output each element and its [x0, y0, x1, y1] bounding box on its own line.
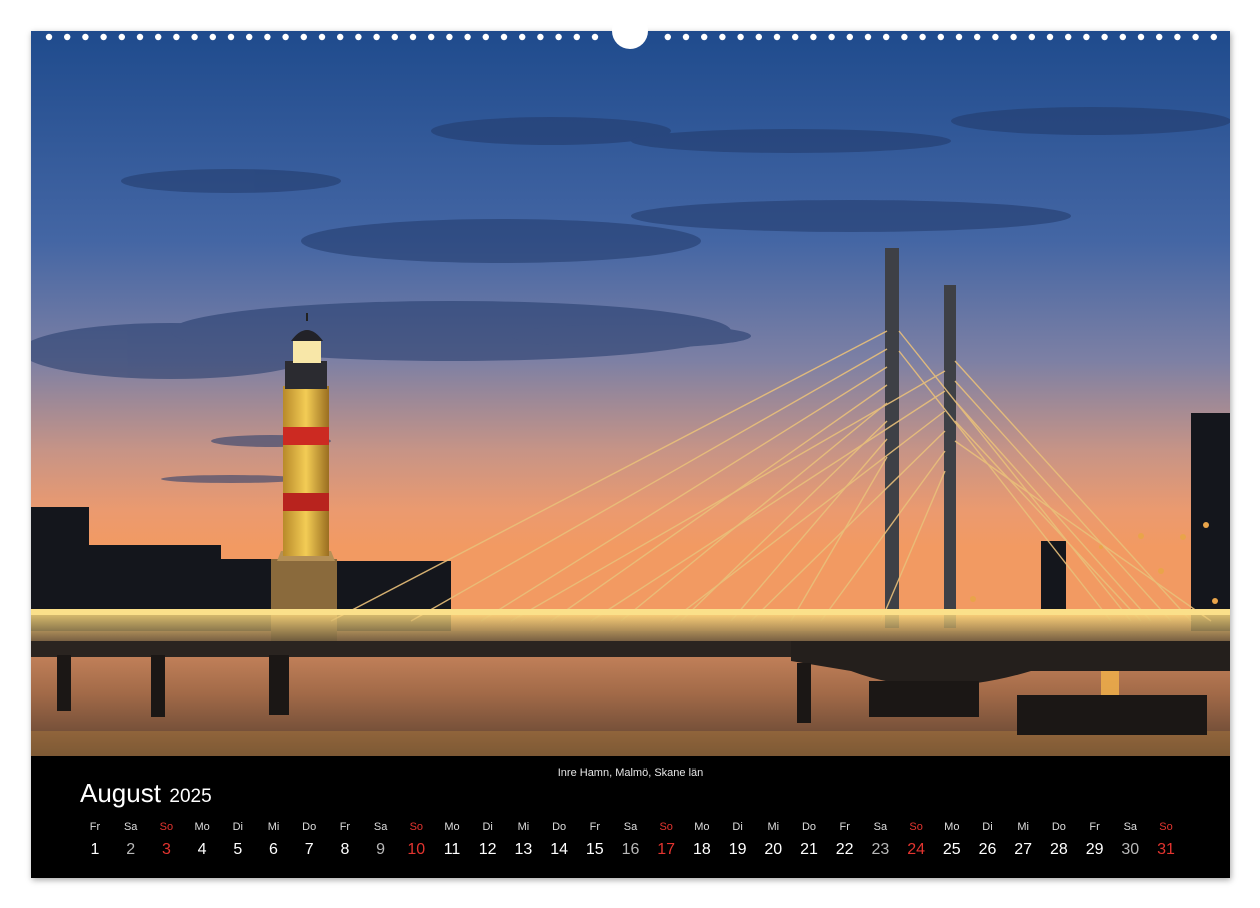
day-of-week-label: Mo: [194, 821, 210, 833]
day-cell: Mi 20: [753, 819, 793, 859]
day-number: 9: [376, 841, 386, 858]
day-number: 1: [90, 841, 100, 858]
day-cell: Do 28: [1039, 819, 1079, 859]
day-cell: Sa 2: [111, 819, 151, 859]
day-cell: So 17: [646, 819, 686, 859]
day-cell: Sa 23: [860, 819, 900, 859]
day-number: 25: [942, 841, 961, 858]
day-cell: So 31: [1146, 819, 1186, 859]
day-cell: So 10: [396, 819, 436, 859]
day-cell: Di 26: [968, 819, 1008, 859]
day-of-week-label: So: [409, 821, 424, 833]
day-number: 2: [126, 841, 136, 858]
day-number: 26: [978, 841, 997, 858]
day-of-week-label: So: [159, 821, 174, 833]
day-of-week-label: Fr: [339, 821, 351, 833]
day-of-week-label: So: [909, 821, 923, 833]
day-of-week-label: Sa: [623, 821, 638, 833]
day-of-week-label: Fr: [89, 821, 101, 833]
day-number: 19: [728, 841, 747, 858]
day-number: 3: [161, 841, 171, 858]
day-cell: Sa 9: [361, 819, 401, 859]
day-cell: So 3: [146, 819, 186, 859]
day-cell: Mo 25: [932, 819, 972, 859]
calendar-page: Inre Hamn, Malmö, Skane län August 2025 …: [31, 31, 1230, 878]
day-number: 21: [800, 841, 818, 858]
day-number: 23: [871, 841, 890, 858]
day-of-week-label: Sa: [123, 821, 138, 833]
day-number: 7: [304, 841, 314, 858]
photo-lighthouse-bridge: [31, 31, 1230, 756]
day-number: 30: [1121, 841, 1140, 858]
day-number: 11: [443, 841, 461, 858]
day-row: Fr 1 Sa 2 So 3 Mo 4 Di 5 Mi 6 Do 7 Fr 8 Sa 9 So 10 Mo 11 Di 12 M…: [75, 819, 1227, 863]
day-of-week-label: Fr: [589, 821, 600, 833]
day-number: 12: [478, 841, 497, 858]
day-of-week-label: Sa: [373, 821, 388, 833]
day-number: 8: [340, 841, 350, 858]
month-heading: August 2025: [80, 778, 212, 809]
day-number: 27: [1014, 841, 1033, 858]
day-of-week-label: Fr: [1089, 821, 1100, 833]
day-cell: Mi 27: [1003, 819, 1043, 859]
day-cell: Mo 4: [182, 819, 222, 859]
day-of-week-label: Do: [302, 821, 317, 833]
day-number: 20: [764, 841, 783, 858]
day-cell: Mi 13: [503, 819, 543, 859]
day-number: 18: [692, 841, 711, 858]
day-number: 16: [621, 841, 640, 858]
day-cell: Sa 16: [611, 819, 651, 859]
day-cell: Mi 6: [254, 819, 294, 859]
day-of-week-label: Di: [732, 821, 743, 833]
day-cell: Sa 30: [1110, 819, 1150, 859]
day-number: 29: [1085, 841, 1104, 858]
day-cell: Do 14: [539, 819, 579, 859]
day-number: 13: [514, 841, 533, 858]
day-number: 4: [197, 841, 207, 858]
day-of-week-label: Mi: [1017, 821, 1029, 833]
day-of-week-label: Do: [552, 821, 567, 833]
day-of-week-label: Di: [232, 821, 243, 833]
day-of-week-label: So: [659, 821, 673, 833]
day-number: 14: [550, 841, 568, 858]
day-of-week-label: Mi: [267, 821, 280, 833]
day-cell: Di 19: [718, 819, 758, 859]
day-cell: Mo 11: [432, 819, 472, 859]
day-cell: Fr 8: [325, 819, 365, 859]
day-number: 24: [907, 841, 925, 858]
day-of-week-label: Mi: [517, 821, 530, 833]
day-number: 31: [1157, 841, 1175, 858]
day-number: 17: [657, 841, 676, 858]
day-of-week-label: Mo: [694, 821, 710, 833]
month-name: August: [80, 778, 161, 808]
day-number: 6: [269, 841, 278, 858]
day-of-week-label: Do: [1051, 821, 1066, 833]
day-of-week-label: Mo: [444, 821, 460, 833]
day-of-week-label: Do: [801, 821, 817, 833]
day-of-week-label: Di: [982, 821, 993, 833]
day-of-week-label: Mi: [767, 821, 780, 833]
day-number: 28: [1049, 841, 1068, 858]
day-cell: Mo 18: [682, 819, 722, 859]
day-cell: So 24: [896, 819, 936, 859]
day-cell: Di 12: [468, 819, 508, 859]
day-number: 5: [233, 841, 243, 858]
day-of-week-label: Sa: [873, 821, 888, 833]
year: 2025: [169, 786, 212, 807]
day-number: 22: [835, 841, 854, 858]
day-cell: Fr 1: [75, 819, 115, 859]
day-of-week-label: So: [1159, 821, 1173, 833]
day-cell: Do 7: [289, 819, 329, 859]
day-of-week-label: Mo: [944, 821, 960, 833]
day-cell: Fr 22: [825, 819, 865, 859]
day-of-week-label: Di: [482, 821, 493, 833]
day-cell: Fr 29: [1075, 819, 1115, 859]
day-cell: Fr 15: [575, 819, 615, 859]
day-of-week-label: Sa: [1123, 821, 1138, 833]
day-of-week-label: Fr: [839, 821, 850, 833]
day-number: 15: [585, 841, 604, 858]
day-cell: Di 5: [218, 819, 258, 859]
day-cell: Do 21: [789, 819, 829, 859]
day-number: 10: [407, 841, 426, 858]
